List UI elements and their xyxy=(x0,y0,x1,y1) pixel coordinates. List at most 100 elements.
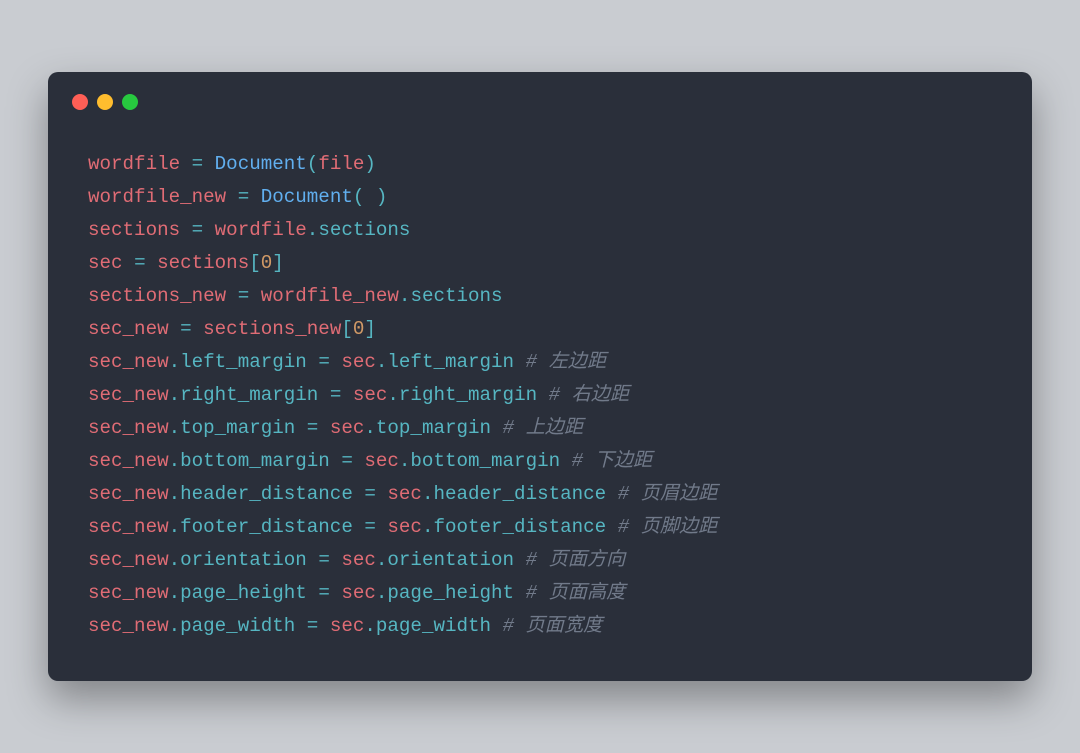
code-line: sec_new.page_height = sec.page_height # … xyxy=(88,577,992,610)
code-token xyxy=(307,351,319,373)
code-token: . xyxy=(169,384,181,406)
code-token: sec_new xyxy=(88,549,169,571)
code-token xyxy=(249,285,261,307)
code-token: sections_new xyxy=(203,318,341,340)
code-token: page_height xyxy=(387,582,514,604)
close-icon[interactable] xyxy=(72,94,88,110)
code-token: footer_distance xyxy=(180,516,353,538)
code-token: = xyxy=(238,285,250,307)
code-token: . xyxy=(169,549,181,571)
code-token: sec_new xyxy=(88,582,169,604)
code-token: . xyxy=(169,483,181,505)
code-token: bottom_margin xyxy=(180,450,330,472)
minimize-icon[interactable] xyxy=(97,94,113,110)
code-token: ) xyxy=(376,186,388,208)
code-token: page_width xyxy=(376,615,491,637)
code-token: left_margin xyxy=(180,351,307,373)
code-token xyxy=(146,252,158,274)
code-token xyxy=(307,549,319,571)
code-token: = xyxy=(134,252,146,274)
code-token: = xyxy=(180,318,192,340)
code-token: . xyxy=(376,549,388,571)
code-token xyxy=(514,351,526,373)
code-token xyxy=(249,186,261,208)
code-token: sec xyxy=(387,483,422,505)
code-token: # 右边距 xyxy=(549,384,630,406)
code-line: sec_new.footer_distance = sec.footer_dis… xyxy=(88,511,992,544)
code-token: . xyxy=(399,285,411,307)
code-token: = xyxy=(192,219,204,241)
code-token xyxy=(295,615,307,637)
code-line: sec_new.page_width = sec.page_width # 页面… xyxy=(88,610,992,643)
code-token: # 下边距 xyxy=(572,450,653,472)
code-token: sec xyxy=(341,351,376,373)
code-token xyxy=(318,417,330,439)
code-token: right_margin xyxy=(399,384,537,406)
code-token: orientation xyxy=(387,549,514,571)
code-line: sec_new.bottom_margin = sec.bottom_margi… xyxy=(88,445,992,478)
code-window: wordfile = Document(file)wordfile_new = … xyxy=(48,72,1032,681)
code-token: # 页面方向 xyxy=(526,549,626,571)
code-token: . xyxy=(422,483,434,505)
code-token: sections_new xyxy=(88,285,226,307)
code-token: bottom_margin xyxy=(410,450,560,472)
code-token: . xyxy=(387,384,399,406)
code-token: . xyxy=(169,516,181,538)
code-token: # 上边距 xyxy=(503,417,584,439)
code-token: ) xyxy=(364,153,376,175)
code-token: footer_distance xyxy=(433,516,606,538)
code-token xyxy=(330,582,342,604)
code-token xyxy=(376,483,388,505)
code-token: = xyxy=(238,186,250,208)
code-token: . xyxy=(376,351,388,373)
code-token: ( xyxy=(307,153,319,175)
code-token: # 页脚边距 xyxy=(618,516,718,538)
code-token: ( xyxy=(353,186,365,208)
code-token: . xyxy=(169,582,181,604)
code-token xyxy=(514,582,526,604)
code-token xyxy=(203,219,215,241)
zoom-icon[interactable] xyxy=(122,94,138,110)
code-token: [ xyxy=(249,252,261,274)
code-token: . xyxy=(169,417,181,439)
code-token: 0 xyxy=(261,252,273,274)
code-token xyxy=(318,384,330,406)
code-token: sec xyxy=(353,384,388,406)
code-token xyxy=(491,615,503,637)
code-token xyxy=(560,450,572,472)
code-line: sections_new = wordfile_new.sections xyxy=(88,280,992,313)
code-token xyxy=(606,516,618,538)
code-line: sec_new.right_margin = sec.right_margin … xyxy=(88,379,992,412)
code-line: sec_new.orientation = sec.orientation # … xyxy=(88,544,992,577)
code-token: 0 xyxy=(353,318,365,340)
code-token: sec_new xyxy=(88,450,169,472)
code-token xyxy=(353,483,365,505)
code-token xyxy=(226,285,238,307)
code-token: = xyxy=(364,483,376,505)
code-token: . xyxy=(169,615,181,637)
code-token: # 页眉边距 xyxy=(618,483,718,505)
code-token xyxy=(491,417,503,439)
code-token: wordfile_new xyxy=(261,285,399,307)
code-token: sec xyxy=(341,549,376,571)
code-token: sec_new xyxy=(88,483,169,505)
code-token: # 页面高度 xyxy=(526,582,626,604)
code-token: . xyxy=(399,450,411,472)
code-token: sections xyxy=(410,285,502,307)
code-token xyxy=(353,516,365,538)
code-token xyxy=(330,549,342,571)
code-token: sec_new xyxy=(88,615,169,637)
code-token xyxy=(341,384,353,406)
code-token: # 页面宽度 xyxy=(503,615,603,637)
code-token: . xyxy=(169,351,181,373)
code-token: . xyxy=(364,615,376,637)
code-line: sec_new = sections_new[0] xyxy=(88,313,992,346)
code-token xyxy=(169,318,181,340)
code-line: sec = sections[0] xyxy=(88,247,992,280)
code-token xyxy=(514,549,526,571)
code-token: Document xyxy=(261,186,353,208)
code-token: orientation xyxy=(180,549,307,571)
code-token: . xyxy=(169,450,181,472)
code-token: # 左边距 xyxy=(526,351,607,373)
code-token: ] xyxy=(272,252,284,274)
